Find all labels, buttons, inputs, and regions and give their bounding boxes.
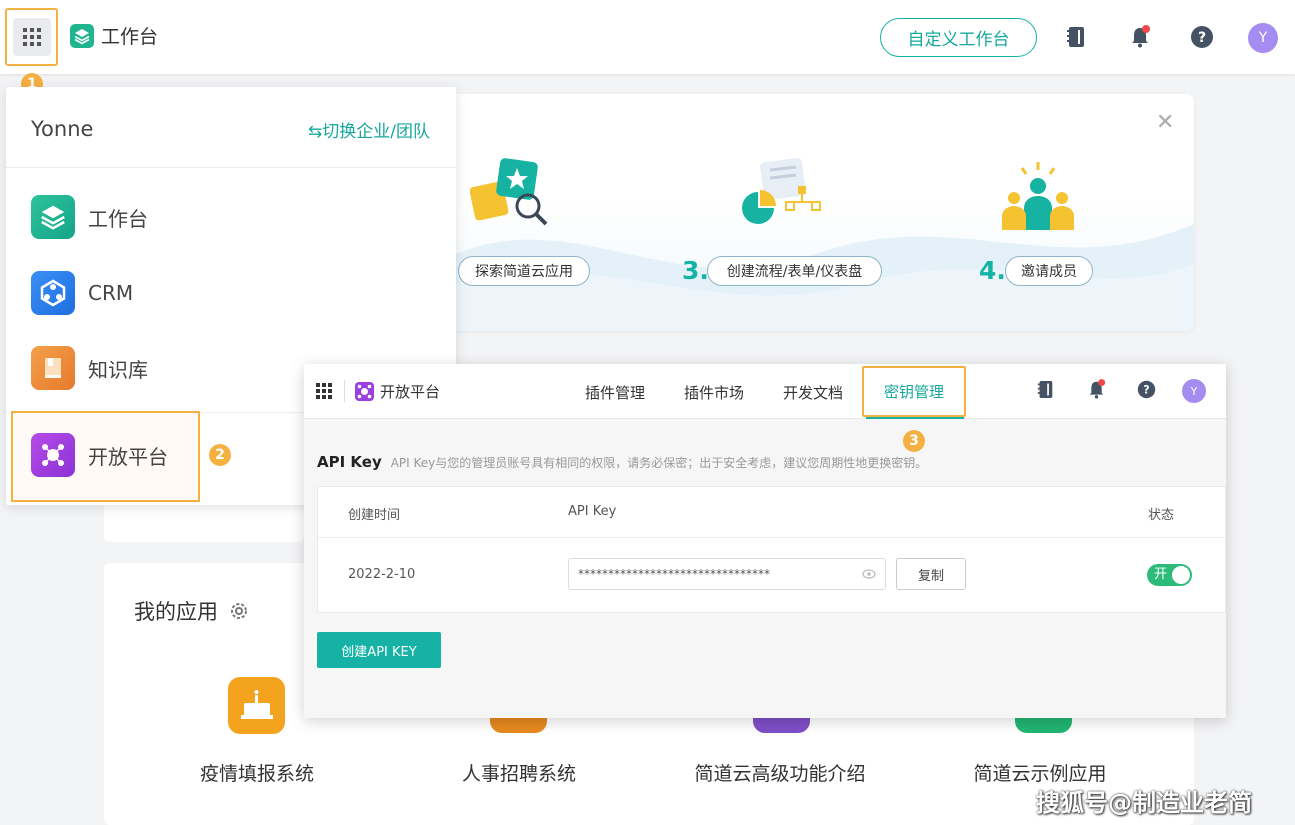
switcher-item-label: 开放平台 [88,444,168,469]
column-header-status: 状态 [1148,508,1175,523]
page-title: 工作台 [101,26,159,48]
tab-key-management[interactable]: 密钥管理 [862,366,966,417]
notebook-icon[interactable] [1037,380,1054,403]
bell-icon[interactable] [1087,379,1106,404]
tab-plugin-management[interactable]: 插件管理 [585,382,645,403]
active-tab-indicator [866,417,964,419]
divider [318,537,1227,538]
app-label[interactable]: 人事招聘系统 [389,759,649,786]
switcher-item-label: 工作台 [88,206,148,231]
user-avatar[interactable]: Y [1248,23,1278,53]
bell-icon[interactable] [1127,24,1153,50]
brand[interactable]: 工作台 [70,22,158,49]
user-avatar[interactable]: Y [1182,379,1206,403]
divider [344,380,345,402]
column-header-created: 创建时间 [348,508,401,523]
svg-text:?: ? [1143,383,1149,396]
app-grid-icon [13,18,51,56]
toggle-label: 开 [1154,567,1168,582]
settings-gear-icon[interactable] [228,600,250,622]
api-key-title: API Key [317,453,382,471]
cake-icon [241,690,273,719]
api-key-masked: ******************************** [578,567,770,581]
tab-dev-docs[interactable]: 开发文档 [783,382,843,403]
switcher-item-label: 知识库 [88,357,148,382]
customize-workbench-button[interactable]: 自定义工作台 [880,18,1037,57]
create-api-key-button[interactable]: 创建API KEY [317,632,441,668]
switch-team-link[interactable]: ⇆切换企业/团队 [308,117,430,142]
app-label[interactable]: 疫情填报系统 [127,759,387,786]
app-label[interactable]: 简道云高级功能介绍 [650,759,910,786]
open-platform-brand[interactable]: 开放平台 [355,381,440,402]
create-form-icon [742,157,821,224]
toggle-knob [1172,566,1190,584]
open-platform-icon [31,433,75,477]
api-key-field[interactable]: ******************************** [568,558,886,590]
copy-button[interactable]: 复制 [896,558,966,590]
app-label[interactable]: 简道云示例应用 [910,759,1170,786]
switcher-item-crm[interactable]: CRM [31,271,133,315]
help-icon[interactable]: ? [1189,24,1215,50]
api-key-description: API Key与您的管理员账号具有相同的权限，请务必保密；出于安全考虑，建议您周… [390,456,928,470]
help-icon[interactable]: ? [1137,380,1156,403]
explore-apps-button[interactable]: 探索简道云应用 [458,256,590,286]
crm-icon [31,271,75,315]
switcher-item-workbench[interactable]: 工作台 [31,195,148,239]
switcher-item-label: CRM [88,281,134,305]
app-grid-icon[interactable] [316,383,332,399]
app-grid-button[interactable] [5,8,58,66]
switcher-item-knowledge[interactable]: 知识库 [31,346,148,390]
api-key-header: API Key API Key与您的管理员账号具有相同的权限，请务必保密；出于安… [317,453,927,471]
notebook-icon[interactable] [1063,24,1089,50]
eye-icon[interactable] [862,569,876,579]
explore-apps-icon [470,158,548,226]
column-header-api-key: API Key [568,504,617,519]
step-badge-2: 2 [209,444,231,466]
divider [6,167,456,168]
invite-members-button[interactable]: 邀请成员 [1005,256,1093,286]
top-bar: 工作台 自定义工作台 ? Y [0,0,1295,74]
switcher-item-open-platform[interactable]: 开放平台 [31,433,168,477]
card-fragment [104,505,304,542]
app-tile-epidemic[interactable] [228,677,285,734]
workbench-icon [31,195,75,239]
open-platform-icon [355,382,374,401]
tab-plugin-market[interactable]: 插件市场 [684,382,744,403]
close-icon[interactable]: ✕ [1156,110,1174,135]
step-number-3: 3. [682,256,709,285]
onboarding-card: ✕ 探索简道云应用 3. 创建流程/表单/仪表盘 4. 邀请成员 [456,94,1194,331]
my-apps-heading: 我的应用 [134,600,218,624]
knowledge-icon [31,346,75,390]
create-form-button[interactable]: 创建流程/表单/仪表盘 [707,256,882,286]
api-key-table: 创建时间 API Key 状态 2022-2-10 **************… [317,486,1227,613]
status-toggle[interactable]: 开 [1147,564,1192,586]
open-platform-panel: 开放平台 插件管理 插件市场 开发文档 密钥管理 ? Y 3 API Key A… [304,364,1227,718]
step-number-4: 4. [979,256,1006,285]
invite-members-icon [1002,162,1074,230]
user-name: Yonne [31,117,94,141]
open-platform-header: 开放平台 插件管理 插件市场 开发文档 密钥管理 ? Y [304,364,1226,419]
svg-text:?: ? [1198,30,1206,46]
workbench-logo-icon [70,23,94,48]
step-badge-3: 3 [903,430,925,452]
open-platform-title: 开放平台 [380,383,441,401]
my-apps-title: 我的应用 [134,596,250,626]
watermark: 搜狐号@制造业老简 [1036,789,1252,817]
created-date: 2022-2-10 [348,567,416,582]
